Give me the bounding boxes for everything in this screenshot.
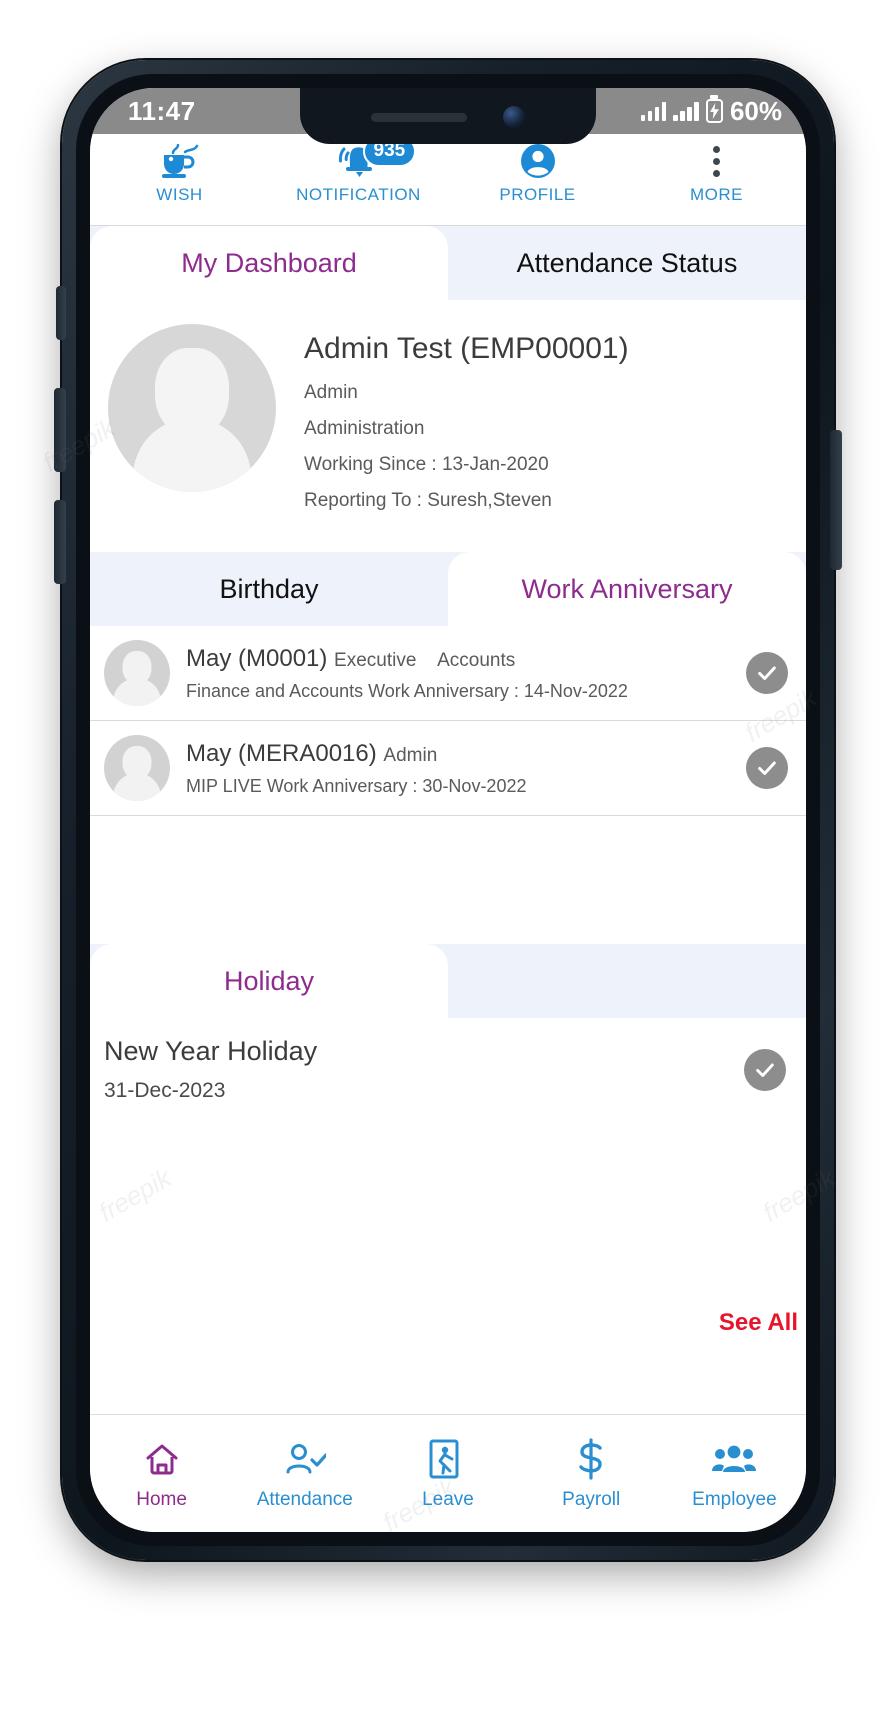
holiday-tabs: Holiday xyxy=(90,944,806,1018)
bottom-nav-item-attendance[interactable]: Attendance xyxy=(233,1436,376,1511)
anniversary-designation: Admin xyxy=(383,744,438,766)
phone-notch xyxy=(300,88,596,144)
tab-work-anniversary[interactable]: Work Anniversary xyxy=(448,552,806,626)
tab-my-dashboard[interactable]: My Dashboard xyxy=(90,226,448,300)
profile-reporting-to: Reporting To : Suresh,Steven xyxy=(304,490,552,511)
anniversary-detail: Finance and Accounts Work Anniversary : … xyxy=(186,680,628,701)
volume-up-button[interactable] xyxy=(54,388,66,472)
wish-teacup-icon xyxy=(159,140,201,182)
anniversary-list-empty-space xyxy=(90,816,806,944)
profile-name: Admin Test (EMP00001) xyxy=(304,332,629,365)
tab-holiday-filler xyxy=(448,944,806,1018)
tab-birthday[interactable]: Birthday xyxy=(90,552,448,626)
profile-working-since: Working Since : 13-Jan-2020 xyxy=(304,454,549,475)
user-circle-icon xyxy=(518,140,558,182)
signal-bars-icon xyxy=(640,101,667,121)
kebab-menu-icon xyxy=(713,140,720,182)
earpiece-speaker xyxy=(371,112,467,122)
bottom-nav-label: Employee xyxy=(692,1489,777,1510)
running-person-exit-icon xyxy=(429,1436,467,1482)
front-camera-icon xyxy=(503,106,525,128)
user-check-icon xyxy=(284,1436,326,1482)
top-nav-item-more[interactable]: MORE xyxy=(627,134,806,205)
volume-down-button[interactable] xyxy=(54,500,66,584)
person-placeholder-avatar xyxy=(104,735,170,801)
home-icon xyxy=(142,1436,182,1482)
top-nav-label: NOTIFICATION xyxy=(296,185,421,204)
people-group-icon xyxy=(711,1436,757,1482)
top-nav-item-notification[interactable]: 935 NOTIFICATION xyxy=(269,134,448,205)
bottom-nav-item-leave[interactable]: Leave xyxy=(376,1436,519,1511)
top-nav-item-profile[interactable]: PROFILE xyxy=(448,134,627,205)
top-nav-label: MORE xyxy=(690,185,743,204)
tab-holiday[interactable]: Holiday xyxy=(90,944,448,1018)
profile-department: Administration xyxy=(304,418,425,439)
top-nav-label: PROFILE xyxy=(499,185,576,204)
list-item[interactable]: May (M0001) Executive Accounts Finance a… xyxy=(90,626,806,721)
profile-placeholder-avatar xyxy=(108,324,276,492)
profile-card: Admin Test (EMP00001) Admin Administrati… xyxy=(90,300,806,552)
top-nav-item-wish[interactable]: WISH xyxy=(90,134,269,205)
holiday-date: 31-Dec-2023 xyxy=(104,1079,226,1102)
anniversary-name: May (MERA0016) xyxy=(186,739,377,767)
see-all-row: See All xyxy=(90,1309,806,1345)
anniversary-department: Accounts xyxy=(437,649,516,671)
celebration-tabs: Birthday Work Anniversary xyxy=(90,552,806,626)
bottom-nav-label: Attendance xyxy=(256,1489,353,1510)
bottom-navigation-bar: Home Attendance Leave Payroll Employee xyxy=(90,1414,806,1532)
status-time: 11:47 xyxy=(128,95,196,126)
phone-screen: 11:47 60% WISH 935 NOTIFICATION PROFILE … xyxy=(90,88,806,1532)
anniversary-name: May (M0001) xyxy=(186,644,328,672)
bottom-nav-item-home[interactable]: Home xyxy=(90,1436,233,1511)
holiday-empty-space xyxy=(90,1113,806,1309)
see-all-link[interactable]: See All xyxy=(719,1309,798,1337)
work-anniversary-list: May (M0001) Executive Accounts Finance a… xyxy=(90,626,806,944)
mute-switch[interactable] xyxy=(56,286,66,340)
signal-bars-secondary-icon xyxy=(673,101,699,121)
anniversary-designation: Executive xyxy=(334,649,417,671)
top-nav-label: WISH xyxy=(156,185,203,204)
check-circle-icon[interactable] xyxy=(744,1048,786,1091)
battery-charging-icon xyxy=(705,99,723,123)
main-tabs: My Dashboard Attendance Status xyxy=(90,226,806,300)
bell-icon: 935 xyxy=(337,136,417,182)
check-circle-icon[interactable] xyxy=(746,652,788,694)
top-action-bar: WISH 935 NOTIFICATION PROFILE MORE xyxy=(90,134,806,226)
bottom-nav-label: Payroll xyxy=(562,1489,621,1510)
person-placeholder-avatar xyxy=(104,640,170,706)
power-button[interactable] xyxy=(830,430,842,570)
bottom-nav-label: Leave xyxy=(422,1489,474,1510)
anniversary-detail: MIP LIVE Work Anniversary : 30-Nov-2022 xyxy=(186,775,527,796)
bottom-nav-item-payroll[interactable]: Payroll xyxy=(520,1436,663,1511)
bottom-nav-label: Home xyxy=(136,1489,187,1510)
list-item[interactable]: May (MERA0016) Admin MIP LIVE Work Anniv… xyxy=(90,721,806,816)
profile-role: Admin xyxy=(304,382,358,403)
check-circle-icon[interactable] xyxy=(746,747,788,789)
tab-attendance-status[interactable]: Attendance Status xyxy=(448,226,806,300)
battery-percent: 60% xyxy=(729,95,782,126)
holiday-title: New Year Holiday xyxy=(104,1036,318,1066)
bottom-nav-item-employee[interactable]: Employee xyxy=(663,1436,806,1511)
phone-mockup: 11:47 60% WISH 935 NOTIFICATION PROFILE … xyxy=(0,0,896,1712)
holiday-item[interactable]: New Year Holiday 31-Dec-2023 xyxy=(90,1018,806,1113)
dollar-icon xyxy=(575,1436,607,1482)
